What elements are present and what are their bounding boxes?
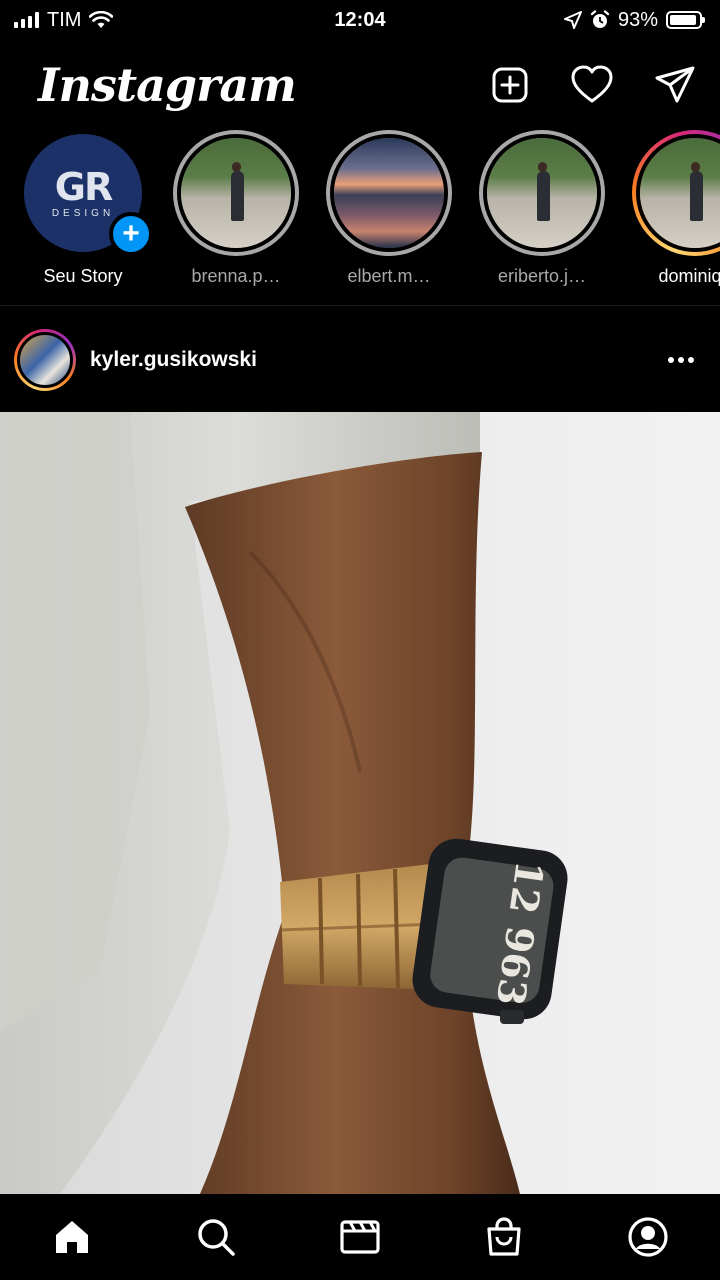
direct-message-icon[interactable] bbox=[654, 65, 696, 105]
battery-icon bbox=[666, 11, 705, 29]
story-ring bbox=[326, 130, 452, 256]
story-thumbnail bbox=[636, 134, 720, 252]
story-ring bbox=[173, 130, 299, 256]
shop-icon bbox=[487, 1217, 521, 1256]
nav-home[interactable] bbox=[42, 1207, 102, 1267]
new-post-icon[interactable] bbox=[490, 65, 530, 105]
post-header: kyler.gusikowski bbox=[0, 308, 720, 412]
bottom-nav bbox=[0, 1194, 720, 1280]
story-label: dominiqu bbox=[658, 266, 720, 286]
profile-icon bbox=[628, 1217, 668, 1257]
status-left: TIM bbox=[14, 8, 114, 32]
home-icon bbox=[56, 1221, 88, 1253]
story-item[interactable]: brenna.p… bbox=[166, 130, 306, 287]
story-label: Seu Story bbox=[43, 266, 123, 286]
avatar-logo-text: GR bbox=[54, 164, 113, 209]
story-item[interactable]: eriberto.j… bbox=[472, 130, 612, 287]
story-ring bbox=[632, 130, 720, 256]
nav-profile[interactable] bbox=[618, 1207, 678, 1267]
post-username[interactable]: kyler.gusikowski bbox=[90, 348, 658, 372]
nav-reels[interactable] bbox=[330, 1207, 390, 1267]
reels-icon bbox=[340, 1220, 380, 1254]
app-header: Instagram bbox=[0, 40, 720, 130]
carrier-label: TIM bbox=[47, 8, 82, 31]
location-arrow-icon bbox=[563, 11, 582, 29]
story-label: elbert.m… bbox=[347, 266, 431, 286]
post-photo: 12 963 bbox=[0, 412, 720, 1194]
status-right: 93% bbox=[563, 8, 705, 32]
post-image[interactable]: 12 963 bbox=[0, 412, 720, 1194]
story-thumbnail bbox=[483, 134, 601, 252]
header-actions bbox=[490, 65, 696, 105]
more-options-icon[interactable] bbox=[658, 347, 704, 373]
story-thumbnail bbox=[177, 134, 295, 252]
heart-icon[interactable] bbox=[570, 65, 614, 105]
avatar bbox=[17, 332, 73, 388]
alarm-icon bbox=[590, 10, 610, 28]
story-item[interactable]: elbert.m… bbox=[319, 130, 459, 287]
story-ring bbox=[479, 130, 605, 256]
story-label: eriberto.j… bbox=[497, 266, 587, 286]
nav-shop[interactable] bbox=[474, 1207, 534, 1267]
story-label: brenna.p… bbox=[191, 266, 281, 286]
avatar-logo-subtext: DESIGN bbox=[51, 207, 115, 219]
status-bar: TIM 12:04 93% bbox=[0, 0, 720, 40]
signal-icon bbox=[14, 12, 39, 28]
story-item[interactable]: dominiqu bbox=[625, 130, 720, 287]
instagram-logo[interactable]: Instagram bbox=[38, 58, 297, 112]
add-story-button[interactable]: + bbox=[109, 212, 153, 256]
post-avatar[interactable] bbox=[14, 329, 76, 391]
battery-fill bbox=[670, 15, 697, 25]
search-icon bbox=[198, 1219, 235, 1256]
story-own[interactable]: GR DESIGN + Seu Story bbox=[13, 130, 153, 287]
story-thumbnail bbox=[330, 134, 448, 252]
stories-tray[interactable]: GR DESIGN + Seu Story brenna.p… elbert.m… bbox=[0, 130, 720, 306]
battery-percent: 93% bbox=[617, 8, 658, 31]
nav-search[interactable] bbox=[186, 1207, 246, 1267]
wifi-icon bbox=[89, 11, 114, 28]
